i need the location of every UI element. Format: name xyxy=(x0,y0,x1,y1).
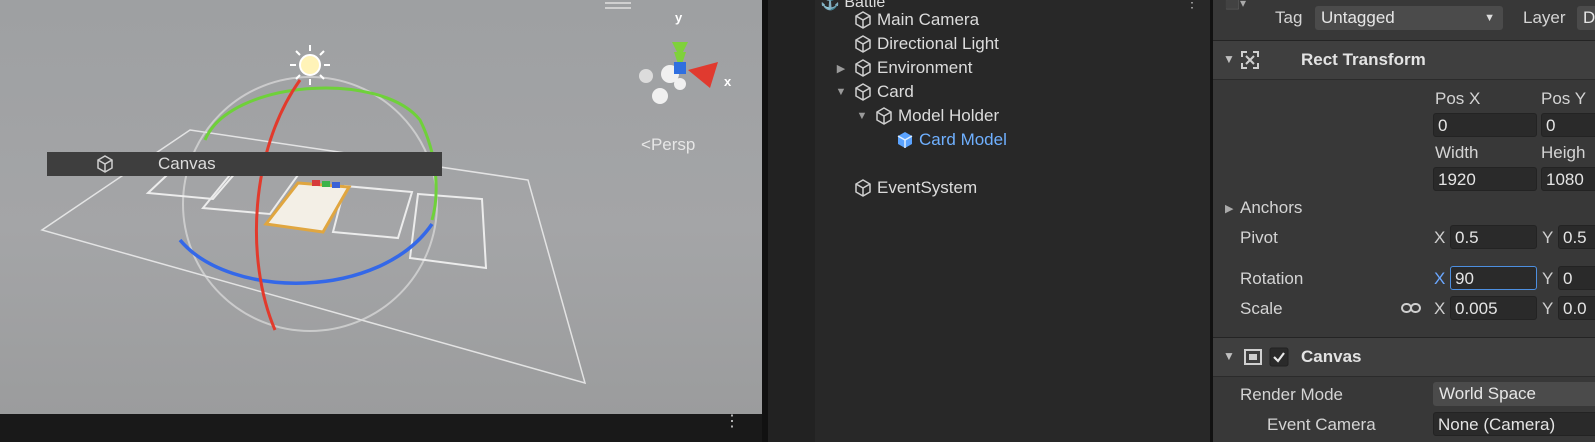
gameobject-icon xyxy=(855,83,871,101)
gizmo-x-label[interactable]: x xyxy=(724,74,731,89)
hierarchy-item-label: Card Model xyxy=(919,130,1007,149)
rotation-y-input[interactable]: 0 xyxy=(1558,266,1595,290)
dropdown-arrow-icon: ▼ xyxy=(1484,12,1495,24)
expand-arrow-icon[interactable]: ▶ xyxy=(834,62,848,75)
light-icon xyxy=(290,45,330,85)
tag-value: Untagged xyxy=(1321,8,1395,27)
scene-view[interactable]: y x <Persp xyxy=(0,0,762,414)
scale-x-letter: X xyxy=(1434,299,1446,318)
gameobject-icon xyxy=(855,11,871,29)
layer-dropdown[interactable]: D xyxy=(1577,6,1595,30)
rotation-label: Rotation xyxy=(1240,269,1304,288)
unity-scene-icon: ⚓ xyxy=(820,0,845,11)
pivot-y-input[interactable]: 0.5 xyxy=(1558,225,1595,249)
render-mode-value: World Space xyxy=(1439,384,1537,403)
hierarchy-item-card-model[interactable]: Card Model xyxy=(896,128,1007,152)
gameobject-icon xyxy=(855,59,871,77)
height-label: Heigh xyxy=(1541,143,1586,162)
gizmo-blue-arc xyxy=(178,223,434,285)
gameobject-icon xyxy=(855,179,871,197)
height-input[interactable]: 1080 xyxy=(1541,167,1595,191)
hierarchy-item-card[interactable]: ▼ Card xyxy=(834,80,914,104)
anchors-label[interactable]: Anchors xyxy=(1240,198,1302,218)
gameobject-icon xyxy=(97,155,113,173)
pos-x-label: Pos X xyxy=(1435,89,1481,108)
tag-dropdown[interactable]: Untagged ▼ xyxy=(1315,6,1503,30)
persp-label: Persp xyxy=(650,135,696,154)
hierarchy-item-label: Main Camera xyxy=(877,10,980,29)
hierarchy-menu-icon[interactable]: ⋮ xyxy=(1185,0,1199,11)
event-camera-label: Event Camera xyxy=(1267,415,1376,434)
pos-x-input[interactable]: 0 xyxy=(1433,113,1537,137)
collapse-arrow-icon[interactable]: ▼ xyxy=(1223,349,1235,363)
persp-toggle[interactable]: <Persp xyxy=(641,135,695,155)
pos-y-input[interactable]: 0 xyxy=(1541,113,1595,137)
hierarchy-gutter xyxy=(768,0,815,442)
rotation-x-letter: X xyxy=(1434,269,1446,288)
scene-statusbar: ⋮ xyxy=(0,414,762,442)
scale-label: Scale xyxy=(1240,299,1283,318)
width-label: Width xyxy=(1435,143,1479,162)
object-icon: ⬛▾ xyxy=(1225,0,1246,10)
hierarchy-item-model-holder[interactable]: ▼ Model Holder xyxy=(855,104,1000,128)
pivot-y-letter: Y xyxy=(1542,228,1554,247)
gameobject-icon xyxy=(876,107,892,125)
tag-label: Tag xyxy=(1275,8,1303,27)
card-model xyxy=(263,180,352,234)
collapse-arrow-icon[interactable]: ▼ xyxy=(1223,52,1235,66)
persp-arrow-icon: < xyxy=(641,135,651,154)
scale-x-input[interactable]: 0.005 xyxy=(1450,296,1537,320)
width-input[interactable]: 1920 xyxy=(1433,167,1537,191)
pos-y-label: Pos Y xyxy=(1541,89,1587,108)
pivot-x-input[interactable]: 0.5 xyxy=(1450,225,1537,249)
canvas-icon xyxy=(1244,349,1262,365)
scale-y-input[interactable]: 0.0 xyxy=(1558,296,1595,320)
gameobject-icon xyxy=(855,35,871,53)
rect-transform-header[interactable]: ▼ Rect Transform xyxy=(1213,40,1595,80)
expand-arrow-icon[interactable]: ▶ xyxy=(1225,202,1233,215)
hierarchy-item-directional-light[interactable]: Directional Light xyxy=(854,32,999,56)
scale-y-letter: Y xyxy=(1542,299,1554,318)
hierarchy-item-label: Card xyxy=(877,82,914,101)
orientation-gizmo xyxy=(639,42,718,104)
rotation-x-input[interactable]: 90 xyxy=(1450,266,1537,290)
layer-label: Layer xyxy=(1523,8,1566,27)
enabled-checkbox[interactable] xyxy=(1269,347,1289,367)
link-icon[interactable] xyxy=(1401,301,1421,315)
layer-value: D xyxy=(1583,8,1595,27)
collapse-arrow-icon[interactable]: ▼ xyxy=(855,110,869,122)
pivot-label: Pivot xyxy=(1240,228,1278,247)
canvas-component-header[interactable]: ▼ Canvas xyxy=(1213,337,1595,377)
hierarchy-item-environment[interactable]: ▶ Environment xyxy=(834,56,973,80)
pivot-x-letter: X xyxy=(1434,228,1446,247)
hierarchy-item-label: Environment xyxy=(877,58,973,77)
hierarchy-item-main-camera[interactable]: Main Camera xyxy=(854,8,979,32)
canvas-title: Canvas xyxy=(1301,347,1362,366)
inspector-panel: ⬛▾ Tag Untagged ▼ Layer D ▼ Rect Transfo… xyxy=(1213,0,1595,442)
prefab-icon xyxy=(897,132,913,148)
hierarchy-item-label: Directional Light xyxy=(877,34,999,53)
render-mode-dropdown[interactable]: World Space xyxy=(1433,382,1595,406)
rect-transform-icon xyxy=(1241,51,1259,69)
scene-canvas[interactable] xyxy=(0,0,762,414)
collapse-arrow-icon[interactable]: ▼ xyxy=(834,86,848,98)
more-options-icon[interactable]: ⋮ xyxy=(724,414,740,430)
hierarchy-item-label: Model Holder xyxy=(898,106,1000,125)
hierarchy-item-label: EventSystem xyxy=(877,178,978,197)
hierarchy-item-canvas[interactable]: Canvas xyxy=(47,152,442,176)
rotation-y-letter: Y xyxy=(1542,269,1554,288)
hierarchy-item-eventsystem[interactable]: EventSystem xyxy=(854,176,977,200)
rect-transform-title: Rect Transform xyxy=(1301,50,1426,69)
gizmo-y-label[interactable]: y xyxy=(675,10,682,25)
event-camera-field[interactable]: None (Camera) xyxy=(1433,412,1595,436)
render-mode-label: Render Mode xyxy=(1240,385,1344,404)
hierarchy-item-label: Canvas xyxy=(158,154,216,173)
